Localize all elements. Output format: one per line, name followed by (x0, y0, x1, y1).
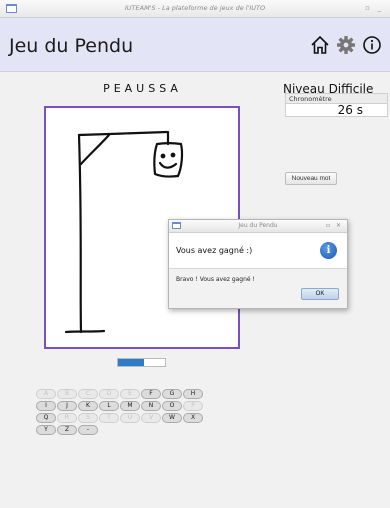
letter-key-f[interactable]: F (141, 389, 161, 399)
progress-bar (117, 358, 166, 367)
dialog-message: Bravo ! Vous avez gagné ! (176, 276, 255, 283)
letter-key-u[interactable]: U (120, 413, 140, 423)
dialog-titlebar: Jeu du Pendu ▫ ✕ (169, 220, 347, 233)
dialog-header: Vous avez gagné :) i (169, 233, 347, 269)
info-button[interactable] (360, 33, 384, 57)
letter-key-e[interactable]: E (120, 389, 140, 399)
letter-key-v[interactable]: V (141, 413, 161, 423)
letter-key-y[interactable]: Y (36, 425, 56, 435)
letter-key-k[interactable]: K (78, 401, 98, 411)
letter-key-z[interactable]: Z (57, 425, 77, 435)
win-dialog: Jeu du Pendu ▫ ✕ Vous avez gagné :) i Br… (168, 219, 348, 309)
letter-key-dash[interactable]: - (78, 425, 98, 435)
letter-key-c[interactable]: C (78, 389, 98, 399)
letter-key-s[interactable]: S (78, 413, 98, 423)
letter-key-p[interactable]: P (183, 401, 203, 411)
letter-key-b[interactable]: B (57, 389, 77, 399)
info-icon: i (320, 242, 337, 259)
letter-key-m[interactable]: M (120, 401, 140, 411)
window-titlebar: IUTEAM'S - La plateforme de jeux de l'IU… (0, 0, 390, 18)
home-button[interactable] (308, 33, 332, 57)
letter-key-h[interactable]: H (183, 389, 203, 399)
letter-key-a[interactable]: A (36, 389, 56, 399)
letter-key-t[interactable]: T (99, 413, 119, 423)
dialog-title: Jeu du Pendu (238, 222, 278, 229)
letter-key-n[interactable]: N (141, 401, 161, 411)
letter-key-r[interactable]: R (57, 413, 77, 423)
progress-fill (118, 359, 144, 366)
letter-key-o[interactable]: O (162, 401, 182, 411)
letter-key-g[interactable]: G (162, 389, 182, 399)
timer-value: 26 s (285, 103, 388, 117)
app-header: Jeu du Pendu (0, 18, 390, 72)
letter-key-w[interactable]: W (162, 413, 182, 423)
letter-key-q[interactable]: Q (36, 413, 56, 423)
timer-label: Chronomètre (285, 93, 388, 103)
window-title: IUTEAM'S - La plateforme de jeux de l'IU… (124, 4, 266, 12)
letter-key-x[interactable]: X (183, 413, 203, 423)
timer-panel: Chronomètre 26 s (285, 93, 388, 118)
home-icon (311, 35, 329, 54)
letter-key-d[interactable]: D (99, 389, 119, 399)
dialog-header-text: Vous avez gagné :) (176, 246, 253, 255)
new-word-button[interactable]: Nouveau mot (285, 172, 337, 185)
hidden-word: PEAUSSA (103, 82, 182, 95)
settings-button[interactable] (334, 33, 358, 57)
dialog-window-icon (172, 222, 181, 229)
info-icon (363, 36, 381, 54)
window-controls[interactable]: ▫ _ (365, 4, 384, 12)
ok-button[interactable]: OK (301, 288, 339, 300)
letter-keyboard: ABCDEFGH IJKLMNOP QRSTUVWX YZ- (0, 389, 260, 449)
gear-icon (337, 36, 355, 54)
letter-key-j[interactable]: J (57, 401, 77, 411)
letter-key-l[interactable]: L (99, 401, 119, 411)
letter-key-i[interactable]: I (36, 401, 56, 411)
dialog-controls[interactable]: ▫ ✕ (326, 220, 343, 232)
page-title: Jeu du Pendu (9, 35, 134, 57)
